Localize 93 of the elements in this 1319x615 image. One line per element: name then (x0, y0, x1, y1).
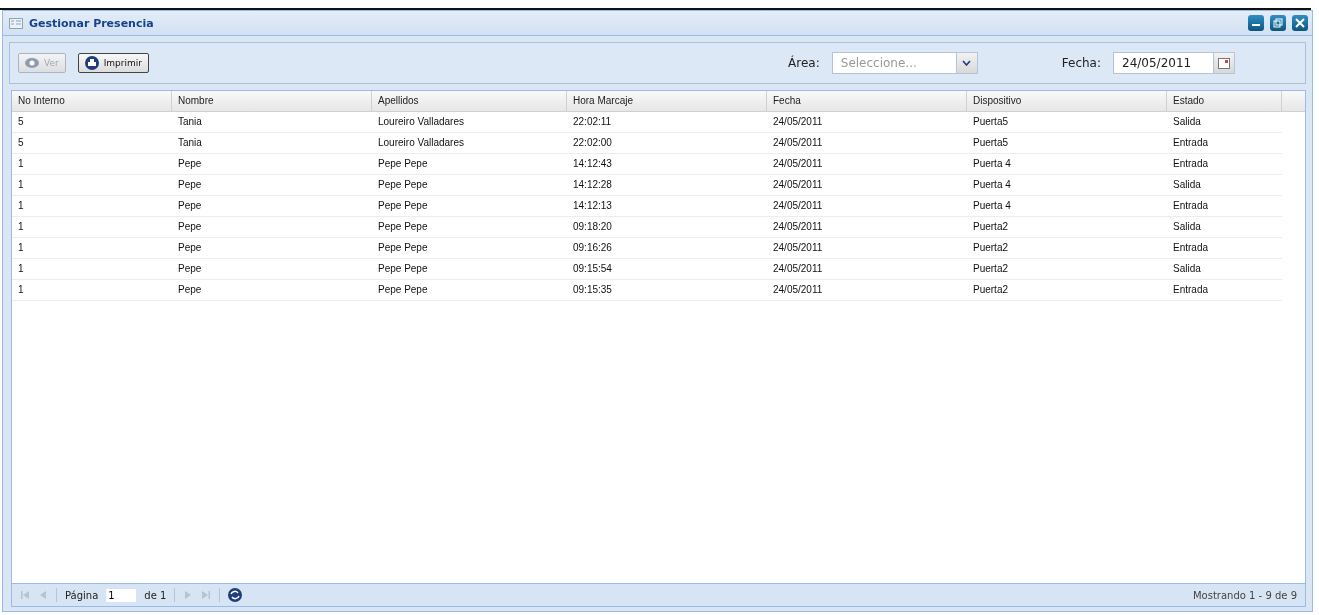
date-field[interactable]: 24/05/2011 (1113, 52, 1213, 74)
column-header[interactable]: Nombre (172, 91, 372, 111)
table-cell-text: 24/05/2011 (772, 283, 824, 297)
close-icon (1295, 18, 1305, 28)
table-cell-text: Puerta 4 (972, 199, 1012, 213)
table-cell-text: Pepe Pepe (377, 262, 429, 276)
record-count: Mostrando 1 - 9 de 9 (1193, 589, 1297, 601)
date-picker-trigger[interactable] (1213, 52, 1235, 74)
table-cell-text: 1 (17, 178, 25, 192)
table-cell-text: Pepe Pepe (377, 178, 429, 192)
table-cell-text: Pepe Pepe (377, 283, 429, 297)
table-cell-text: 1 (17, 199, 25, 213)
table-cell-text: Entrada (1172, 199, 1210, 213)
table-cell-text: Loureiro Valladares (377, 136, 465, 150)
grid-icon (9, 17, 23, 29)
area-dropdown[interactable]: Seleccione... (831, 52, 956, 74)
column-header[interactable]: Estado (1167, 91, 1282, 111)
calendar-icon (1218, 57, 1230, 69)
table-cell-text: Pepe Pepe (377, 241, 429, 255)
table-cell-text: Pepe (177, 220, 203, 234)
page-label: Página (65, 589, 99, 601)
column-header[interactable]: Apellidos (372, 91, 567, 111)
table-cell-text: Pepe (177, 241, 203, 255)
table-cell-text: 5 (17, 136, 25, 150)
table-cell-text: Entrada (1172, 241, 1210, 255)
table-cell-text: 5 (17, 115, 25, 129)
refresh-icon[interactable] (228, 588, 243, 602)
table-cell-text: 24/05/2011 (772, 178, 824, 192)
table-cell-text: 09:15:35 (572, 283, 613, 297)
table-cell-text: 24/05/2011 (772, 115, 824, 129)
table-cell-text: Puerta5 (972, 115, 1010, 129)
table-cell-text: Entrada (1172, 136, 1210, 150)
table-cell-text: 24/05/2011 (772, 136, 824, 150)
table-cell-text: 14:12:28 (572, 178, 613, 192)
table-cell-text: Puerta2 (972, 262, 1010, 276)
eye-icon (25, 57, 39, 69)
date-label: Fecha: (1061, 56, 1101, 70)
table-cell-text: Pepe (177, 283, 203, 297)
column-header[interactable]: Fecha (767, 91, 967, 111)
table-cell-text: 1 (17, 262, 25, 276)
page-count: de 1 (144, 589, 167, 601)
table-cell-text: 22:02:11 (572, 115, 613, 129)
printer-icon (84, 56, 99, 70)
table-cell-text: 14:12:13 (572, 199, 613, 213)
table-cell-text: 24/05/2011 (772, 199, 824, 213)
table-cell-text: Pepe (177, 178, 203, 192)
table-cell-text: Pepe Pepe (377, 199, 429, 213)
table-cell-text: 22:02:00 (572, 136, 613, 150)
table-cell-text: Puerta2 (972, 241, 1010, 255)
chevron-down-icon (962, 60, 972, 66)
table-cell-text: 09:16:26 (572, 241, 613, 255)
print-button[interactable]: Imprimir (77, 53, 149, 73)
table-cell-text: 24/05/2011 (772, 241, 824, 255)
dropdown-trigger[interactable] (955, 52, 978, 74)
table-cell-text: Salida (1172, 220, 1202, 234)
table-cell-text: 1 (17, 157, 25, 171)
table-cell-text: Puerta 4 (972, 157, 1012, 171)
table-cell-text: Tania (177, 115, 203, 129)
table-cell-text: Tania (177, 136, 203, 150)
column-header[interactable]: No Interno (12, 91, 172, 111)
table-cell-text: 1 (17, 241, 25, 255)
table-cell-text: Entrada (1172, 157, 1210, 171)
window-title: Gestionar Presencia (29, 16, 155, 30)
table-cell-text: 24/05/2011 (772, 157, 824, 171)
table-cell-text: Puerta2 (972, 220, 1010, 234)
restore-icon (1273, 18, 1283, 28)
table-cell-text: Salida (1172, 115, 1202, 129)
table-cell-text: Entrada (1172, 283, 1210, 297)
area-label: Área: (788, 56, 820, 70)
table-cell-text: Pepe (177, 157, 203, 171)
table-cell-text: 14:12:43 (572, 157, 613, 171)
table-cell-text: 1 (17, 283, 25, 297)
table-cell-text: 24/05/2011 (772, 220, 824, 234)
table-cell-text: Salida (1172, 178, 1202, 192)
table-cell-text: Pepe (177, 262, 203, 276)
close-button[interactable] (1292, 15, 1308, 31)
table-cell-text: Puerta 4 (972, 178, 1012, 192)
table-cell-text: Pepe Pepe (377, 157, 429, 171)
table-cell-text: Pepe (177, 199, 203, 213)
page-field[interactable]: 1 (106, 588, 137, 602)
column-header[interactable]: Hora Marcaje (567, 91, 767, 111)
table-cell-text: 24/05/2011 (772, 262, 824, 276)
restore-button[interactable] (1270, 15, 1286, 31)
table-cell-text: Puerta5 (972, 136, 1010, 150)
table-cell-text: Loureiro Valladares (377, 115, 465, 129)
table-cell-text: 1 (17, 220, 25, 234)
table-cell-text: 09:18:20 (572, 220, 613, 234)
column-header[interactable]: Dispositivo (967, 91, 1167, 111)
table-cell-text: Puerta2 (972, 283, 1010, 297)
table-cell-text: Pepe Pepe (377, 220, 429, 234)
table-cell-text: 09:15:54 (572, 262, 613, 276)
minimize-button[interactable] (1248, 15, 1264, 31)
table-cell-text: Salida (1172, 262, 1202, 276)
